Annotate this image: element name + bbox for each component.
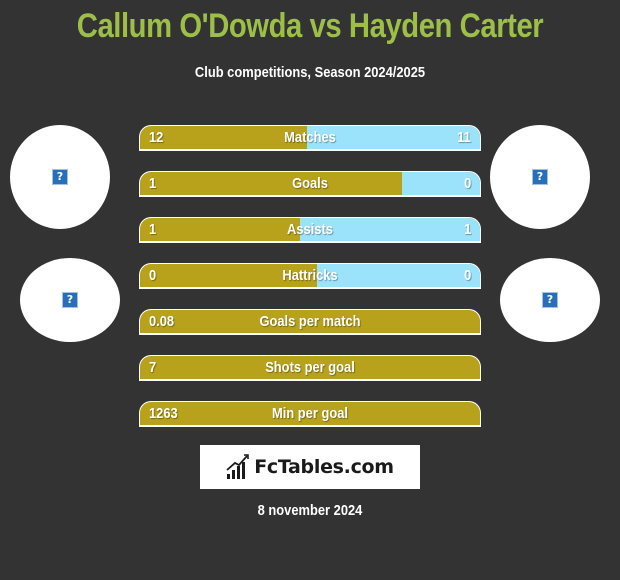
stat-label: Goals per match [259, 313, 361, 330]
right-value: 11 [457, 129, 471, 146]
page-subtitle: Club competitions, Season 2024/2025 [194, 64, 426, 81]
fctables-logo[interactable]: FcTables.com [200, 445, 420, 489]
logo-text: FcTables.com [254, 456, 394, 478]
stat-label: Hattricks [282, 267, 338, 284]
stat-row-assists: 1 Assists 1 [139, 217, 481, 243]
right-value: 0 [463, 267, 471, 284]
left-value: 7 [149, 359, 157, 376]
left-value: 1 [149, 221, 157, 238]
broken-image-icon: ? [52, 169, 68, 185]
page-title: Callum O'Dowda vs Hayden Carter [76, 7, 544, 45]
stat-label: Assists [287, 221, 333, 238]
stat-row-hattricks: 0 Hattricks 0 [139, 263, 481, 289]
bar-chart-icon [226, 454, 249, 479]
stat-label: Min per goal [272, 405, 348, 422]
stat-row-goals-per-match: 0.08 Goals per match [139, 309, 481, 335]
stat-row-matches: 12 Matches 11 [139, 125, 481, 151]
right-player-photo: ? [490, 125, 590, 229]
left-player-photo: ? [10, 125, 110, 229]
right-value: 1 [463, 221, 471, 238]
stat-row-shots-per-goal: 7 Shots per goal [139, 355, 481, 381]
report-date: 8 november 2024 [257, 502, 363, 519]
left-value: 12 [149, 129, 164, 146]
left-value: 1 [149, 175, 157, 192]
stat-row-min-per-goal: 1263 Min per goal [139, 401, 481, 427]
stat-row-goals: 1 Goals 0 [139, 171, 481, 197]
left-value: 0 [149, 267, 157, 284]
stat-label: Shots per goal [265, 359, 355, 376]
right-value: 0 [463, 175, 471, 192]
right-club-logo: ? [500, 258, 600, 342]
broken-image-icon: ? [542, 292, 558, 308]
broken-image-icon: ? [62, 292, 78, 308]
left-club-logo: ? [20, 258, 120, 342]
stat-label: Matches [284, 129, 336, 146]
stat-label: Goals [292, 175, 328, 192]
broken-image-icon: ? [532, 169, 548, 185]
comparison-card: Callum O'Dowda vs Hayden Carter Club com… [0, 0, 620, 580]
